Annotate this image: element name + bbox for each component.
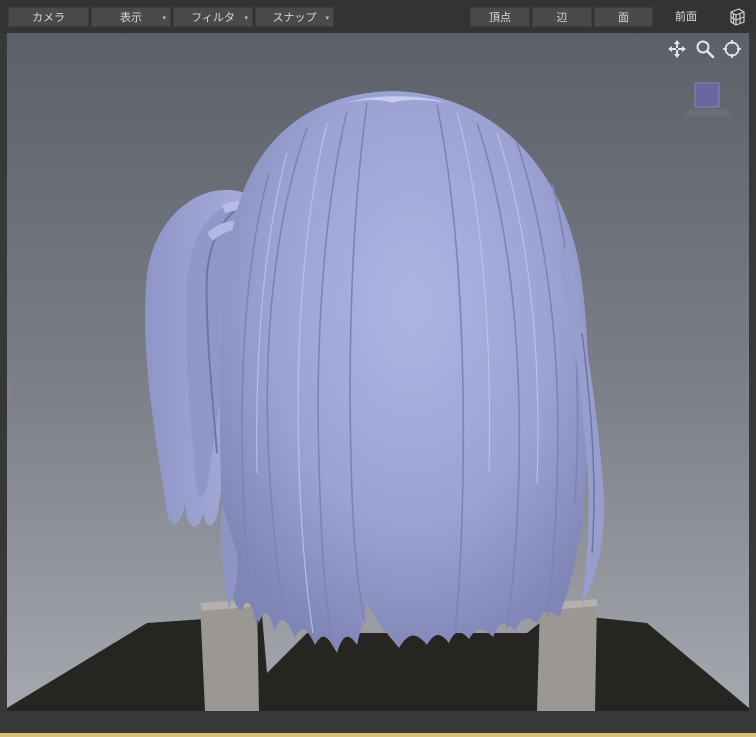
right-panel-grip[interactable] [746, 381, 749, 405]
3d-viewport[interactable] [7, 33, 749, 711]
chevron-down-icon: ▾ [244, 14, 248, 22]
move-icon[interactable] [667, 39, 687, 59]
filter-menu-button[interactable]: フィルタ ▾ [173, 7, 253, 27]
vertex-mode-label: 頂点 [489, 11, 511, 24]
snap-menu-label: スナップ [272, 11, 317, 24]
orbit-icon[interactable] [722, 39, 742, 59]
face-mode-button[interactable]: 面 [594, 7, 653, 27]
edge-mode-button[interactable]: 辺 [532, 7, 592, 27]
camera-menu-button[interactable]: カメラ [8, 7, 89, 27]
viewport-toolbar: カメラ 表示 ▾ フィルタ ▾ スナップ ▾ 頂点 辺 面 前面 [0, 0, 756, 33]
status-bar [0, 711, 756, 733]
hair-main [219, 91, 605, 653]
view-cube-icon[interactable] [727, 7, 747, 27]
display-menu-button[interactable]: 表示 ▾ [91, 7, 171, 27]
edge-mode-label: 辺 [556, 11, 568, 24]
vertex-mode-button[interactable]: 頂点 [470, 7, 530, 27]
zoom-icon[interactable] [695, 39, 715, 59]
camera-menu-label: カメラ [32, 11, 65, 24]
view-name-label[interactable]: 前面 [660, 7, 712, 27]
face-mode-label: 面 [618, 11, 629, 24]
left-panel-grip[interactable] [7, 381, 10, 405]
display-menu-label: 表示 [120, 11, 142, 24]
accent-divider [0, 733, 756, 737]
orientation-gizmo[interactable] [673, 79, 743, 119]
filter-menu-label: フィルタ [191, 11, 235, 24]
scene-render [7, 91, 749, 711]
chevron-down-icon: ▾ [162, 14, 166, 22]
chevron-down-icon: ▾ [325, 14, 329, 22]
snap-menu-button[interactable]: スナップ ▾ [255, 7, 334, 27]
